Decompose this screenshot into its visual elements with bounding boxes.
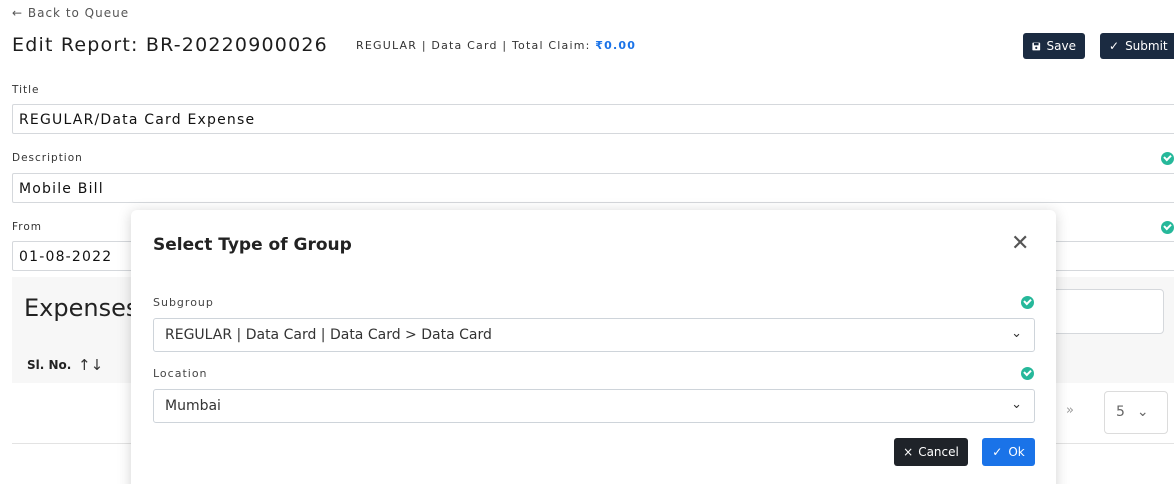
title-label: Title	[12, 84, 40, 96]
submit-label: Submit	[1125, 39, 1168, 53]
save-icon	[1032, 42, 1041, 50]
page-size-select[interactable]: 5 ⌄	[1104, 391, 1168, 434]
to-valid-check-icon	[1161, 221, 1174, 234]
location-valid-check-icon	[1021, 367, 1034, 380]
next-page-icon[interactable]: »	[1066, 403, 1074, 418]
page-title: Edit Report: BR-20220900026	[12, 34, 328, 56]
ok-button[interactable]: ✓ Ok	[982, 438, 1035, 466]
chevron-down-icon: ⌄	[1011, 326, 1022, 341]
total-claim-value: ₹0.00	[595, 39, 637, 52]
chevron-down-icon: ⌄	[1011, 397, 1022, 412]
cancel-label: Cancel	[918, 445, 959, 459]
location-select[interactable]: Mumbai ⌄	[153, 389, 1035, 423]
check-icon: ✓	[992, 445, 1003, 459]
sort-icon[interactable]: ↑↓	[78, 356, 103, 374]
subgroup-valid-check-icon	[1021, 296, 1034, 309]
title-input[interactable]: REGULAR/Data Card Expense	[12, 104, 1174, 134]
close-icon[interactable]: ✕	[1011, 232, 1029, 256]
description-valid-check-icon	[1161, 152, 1174, 165]
subtitle-text: REGULAR | Data Card | Total Claim:	[356, 39, 596, 52]
ok-label: Ok	[1008, 445, 1025, 459]
description-input[interactable]: Mobile Bill	[12, 173, 1174, 203]
check-icon: ✓	[1109, 39, 1120, 53]
modal-title: Select Type of Group	[153, 235, 352, 255]
subgroup-select[interactable]: REGULAR | Data Card | Data Card > Data C…	[153, 318, 1035, 352]
subgroup-label: Subgroup	[153, 296, 214, 309]
expenses-search-input[interactable]: d	[1038, 289, 1164, 334]
location-value: Mumbai	[165, 398, 221, 414]
close-icon: ×	[903, 445, 914, 459]
save-label: Save	[1046, 39, 1076, 53]
cancel-button[interactable]: × Cancel	[894, 438, 968, 466]
subgroup-value: REGULAR | Data Card | Data Card > Data C…	[165, 327, 492, 343]
location-label: Location	[153, 367, 208, 380]
expenses-heading: Expenses	[24, 294, 139, 322]
save-button[interactable]: Save	[1023, 33, 1085, 59]
from-label: From	[12, 221, 43, 233]
column-header-sl-no[interactable]: Sl. No.	[27, 358, 71, 372]
select-group-modal: Select Type of Group ✕ Subgroup REGULAR …	[131, 210, 1056, 484]
chevron-down-icon: ⌄	[1136, 404, 1149, 420]
back-to-queue-link[interactable]: ← Back to Queue	[12, 6, 129, 20]
page-size-value: 5	[1116, 404, 1125, 420]
report-subtitle: REGULAR | Data Card | Total Claim: ₹0.00	[356, 39, 636, 52]
submit-button[interactable]: ✓ Submit	[1100, 33, 1174, 59]
description-label: Description	[12, 152, 83, 164]
